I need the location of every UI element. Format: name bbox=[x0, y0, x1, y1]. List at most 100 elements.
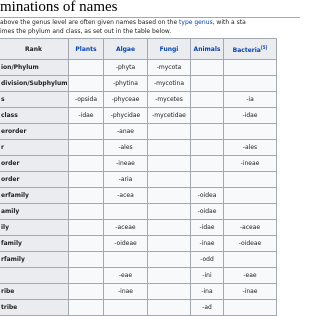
column-header-bacteria: Bacteria[5] bbox=[223, 38, 277, 60]
algae-suffix-cell bbox=[103, 299, 148, 316]
table-row: division/Subphylum -phytina -mycotina bbox=[0, 75, 277, 92]
bacteria-footnote-link[interactable]: [5] bbox=[261, 45, 267, 50]
column-header-plants[interactable]: Plants bbox=[68, 38, 104, 60]
algae-suffix-cell bbox=[103, 251, 148, 268]
table-row: s -opsida -phyceae -mycetes -ia bbox=[0, 91, 277, 108]
algae-suffix-cell bbox=[103, 203, 148, 220]
algae-suffix-cell: -acea bbox=[103, 187, 148, 204]
column-header-algae[interactable]: Algae bbox=[103, 38, 148, 60]
animals-suffix-cell: -ad bbox=[190, 299, 224, 316]
algae-suffix-cell: -oideae bbox=[103, 235, 148, 252]
table-row: order -ineae -ineae bbox=[0, 155, 277, 172]
algae-suffix-cell: -ineae bbox=[103, 155, 148, 172]
table-row: class -idae -phycidae -mycetidae -idae bbox=[0, 107, 277, 124]
plants-suffix-cell bbox=[68, 299, 104, 316]
type-genus-link[interactable]: type genus bbox=[179, 19, 213, 26]
plants-suffix-cell: -idae bbox=[68, 107, 104, 124]
bacteria-suffix-cell bbox=[223, 203, 277, 220]
animals-suffix-cell bbox=[190, 59, 224, 76]
bacteria-suffix-cell bbox=[223, 75, 277, 92]
bacteria-suffix-cell: -aceae bbox=[223, 219, 277, 236]
plants-suffix-cell bbox=[68, 251, 104, 268]
fungi-suffix-cell bbox=[147, 123, 191, 140]
algae-suffix-cell: -phytina bbox=[103, 75, 148, 92]
animals-suffix-cell bbox=[190, 123, 224, 140]
rank-cell: family bbox=[0, 235, 69, 252]
table-row: erfamily -acea -oidea bbox=[0, 187, 277, 204]
table-row: -eae -ini -eae bbox=[0, 267, 277, 284]
table-header-row: Rank Plants Algae Fungi Animals Bacteria… bbox=[0, 38, 277, 60]
algae-suffix-cell: -eae bbox=[103, 267, 148, 284]
rank-cell: order bbox=[0, 155, 69, 172]
rank-cell: tribe bbox=[0, 299, 69, 316]
table-row: ion/Phylum -phyta -mycota bbox=[0, 59, 277, 76]
rank-cell: division/Subphylum bbox=[0, 75, 69, 92]
column-header-rank: Rank bbox=[0, 38, 69, 60]
animals-suffix-cell bbox=[190, 91, 224, 108]
animals-suffix-cell: -idae bbox=[190, 219, 224, 236]
rank-cell: amily bbox=[0, 203, 69, 220]
column-header-fungi[interactable]: Fungi bbox=[147, 38, 191, 60]
table-row: r -ales -ales bbox=[0, 139, 277, 156]
fungi-suffix-cell bbox=[147, 187, 191, 204]
animals-suffix-cell: -oidea bbox=[190, 187, 224, 204]
fungi-suffix-cell: -mycota bbox=[147, 59, 191, 76]
algae-suffix-cell: -phycidae bbox=[103, 107, 148, 124]
rank-cell: erfamily bbox=[0, 187, 69, 204]
algae-suffix-cell: -phyceae bbox=[103, 91, 148, 108]
table-row: amily -oidae bbox=[0, 203, 277, 220]
animals-suffix-cell: -inae bbox=[190, 235, 224, 252]
algae-suffix-cell: -inae bbox=[103, 283, 148, 300]
animals-suffix-cell bbox=[190, 107, 224, 124]
fungi-suffix-cell bbox=[147, 251, 191, 268]
fungi-suffix-cell: -mycetes bbox=[147, 91, 191, 108]
table-row: tribe -ad bbox=[0, 299, 277, 316]
bacteria-link[interactable]: Bacteria bbox=[233, 47, 261, 54]
algae-suffix-cell: -phyta bbox=[103, 59, 148, 76]
fungi-suffix-cell bbox=[147, 267, 191, 284]
plants-suffix-cell bbox=[68, 123, 104, 140]
algae-suffix-cell: -ales bbox=[103, 139, 148, 156]
bacteria-suffix-cell: -oideae bbox=[223, 235, 277, 252]
rank-suffix-table: Rank Plants Algae Fungi Animals Bacteria… bbox=[0, 38, 277, 316]
fungi-suffix-cell: -mycetidae bbox=[147, 107, 191, 124]
fungi-suffix-cell bbox=[147, 235, 191, 252]
animals-suffix-cell bbox=[190, 139, 224, 156]
plants-suffix-cell bbox=[68, 267, 104, 284]
fungi-suffix-cell bbox=[147, 139, 191, 156]
fungi-suffix-cell bbox=[147, 219, 191, 236]
plants-suffix-cell bbox=[68, 203, 104, 220]
plants-suffix-cell bbox=[68, 219, 104, 236]
bacteria-suffix-cell bbox=[223, 299, 277, 316]
algae-suffix-cell: -anae bbox=[103, 123, 148, 140]
algae-suffix-cell: -aria bbox=[103, 171, 148, 188]
animals-suffix-cell: -ini bbox=[190, 267, 224, 284]
table-row: erorder -anae bbox=[0, 123, 277, 140]
rank-cell: class bbox=[0, 107, 69, 124]
fungi-suffix-cell bbox=[147, 283, 191, 300]
table-row: ily -aceae -idae -aceae bbox=[0, 219, 277, 236]
fungi-suffix-cell bbox=[147, 203, 191, 220]
bacteria-suffix-cell bbox=[223, 123, 277, 140]
table-row: order -aria bbox=[0, 171, 277, 188]
animals-suffix-cell bbox=[190, 171, 224, 188]
bacteria-suffix-cell: -idae bbox=[223, 107, 277, 124]
rank-cell: order bbox=[0, 171, 69, 188]
plants-suffix-cell: -opsida bbox=[68, 91, 104, 108]
bacteria-suffix-cell: -eae bbox=[223, 267, 277, 284]
intro-line-2: imes the phylum and class, as set out in… bbox=[0, 28, 172, 35]
rank-cell: erorder bbox=[0, 123, 69, 140]
bacteria-suffix-cell bbox=[223, 251, 277, 268]
fungi-suffix-cell: -mycotina bbox=[147, 75, 191, 92]
bacteria-suffix-cell bbox=[223, 171, 277, 188]
plants-suffix-cell bbox=[68, 171, 104, 188]
animals-suffix-cell: -odd bbox=[190, 251, 224, 268]
rank-cell: rfamily bbox=[0, 251, 69, 268]
intro-text: above the genus level are often given na… bbox=[0, 18, 300, 36]
bacteria-suffix-cell: -inae bbox=[223, 283, 277, 300]
bacteria-suffix-cell: -ineae bbox=[223, 155, 277, 172]
plants-suffix-cell bbox=[68, 187, 104, 204]
intro-line-1-end: , with a sta bbox=[212, 19, 246, 26]
column-header-animals[interactable]: Animals bbox=[190, 38, 224, 60]
rank-cell: ribe bbox=[0, 283, 69, 300]
